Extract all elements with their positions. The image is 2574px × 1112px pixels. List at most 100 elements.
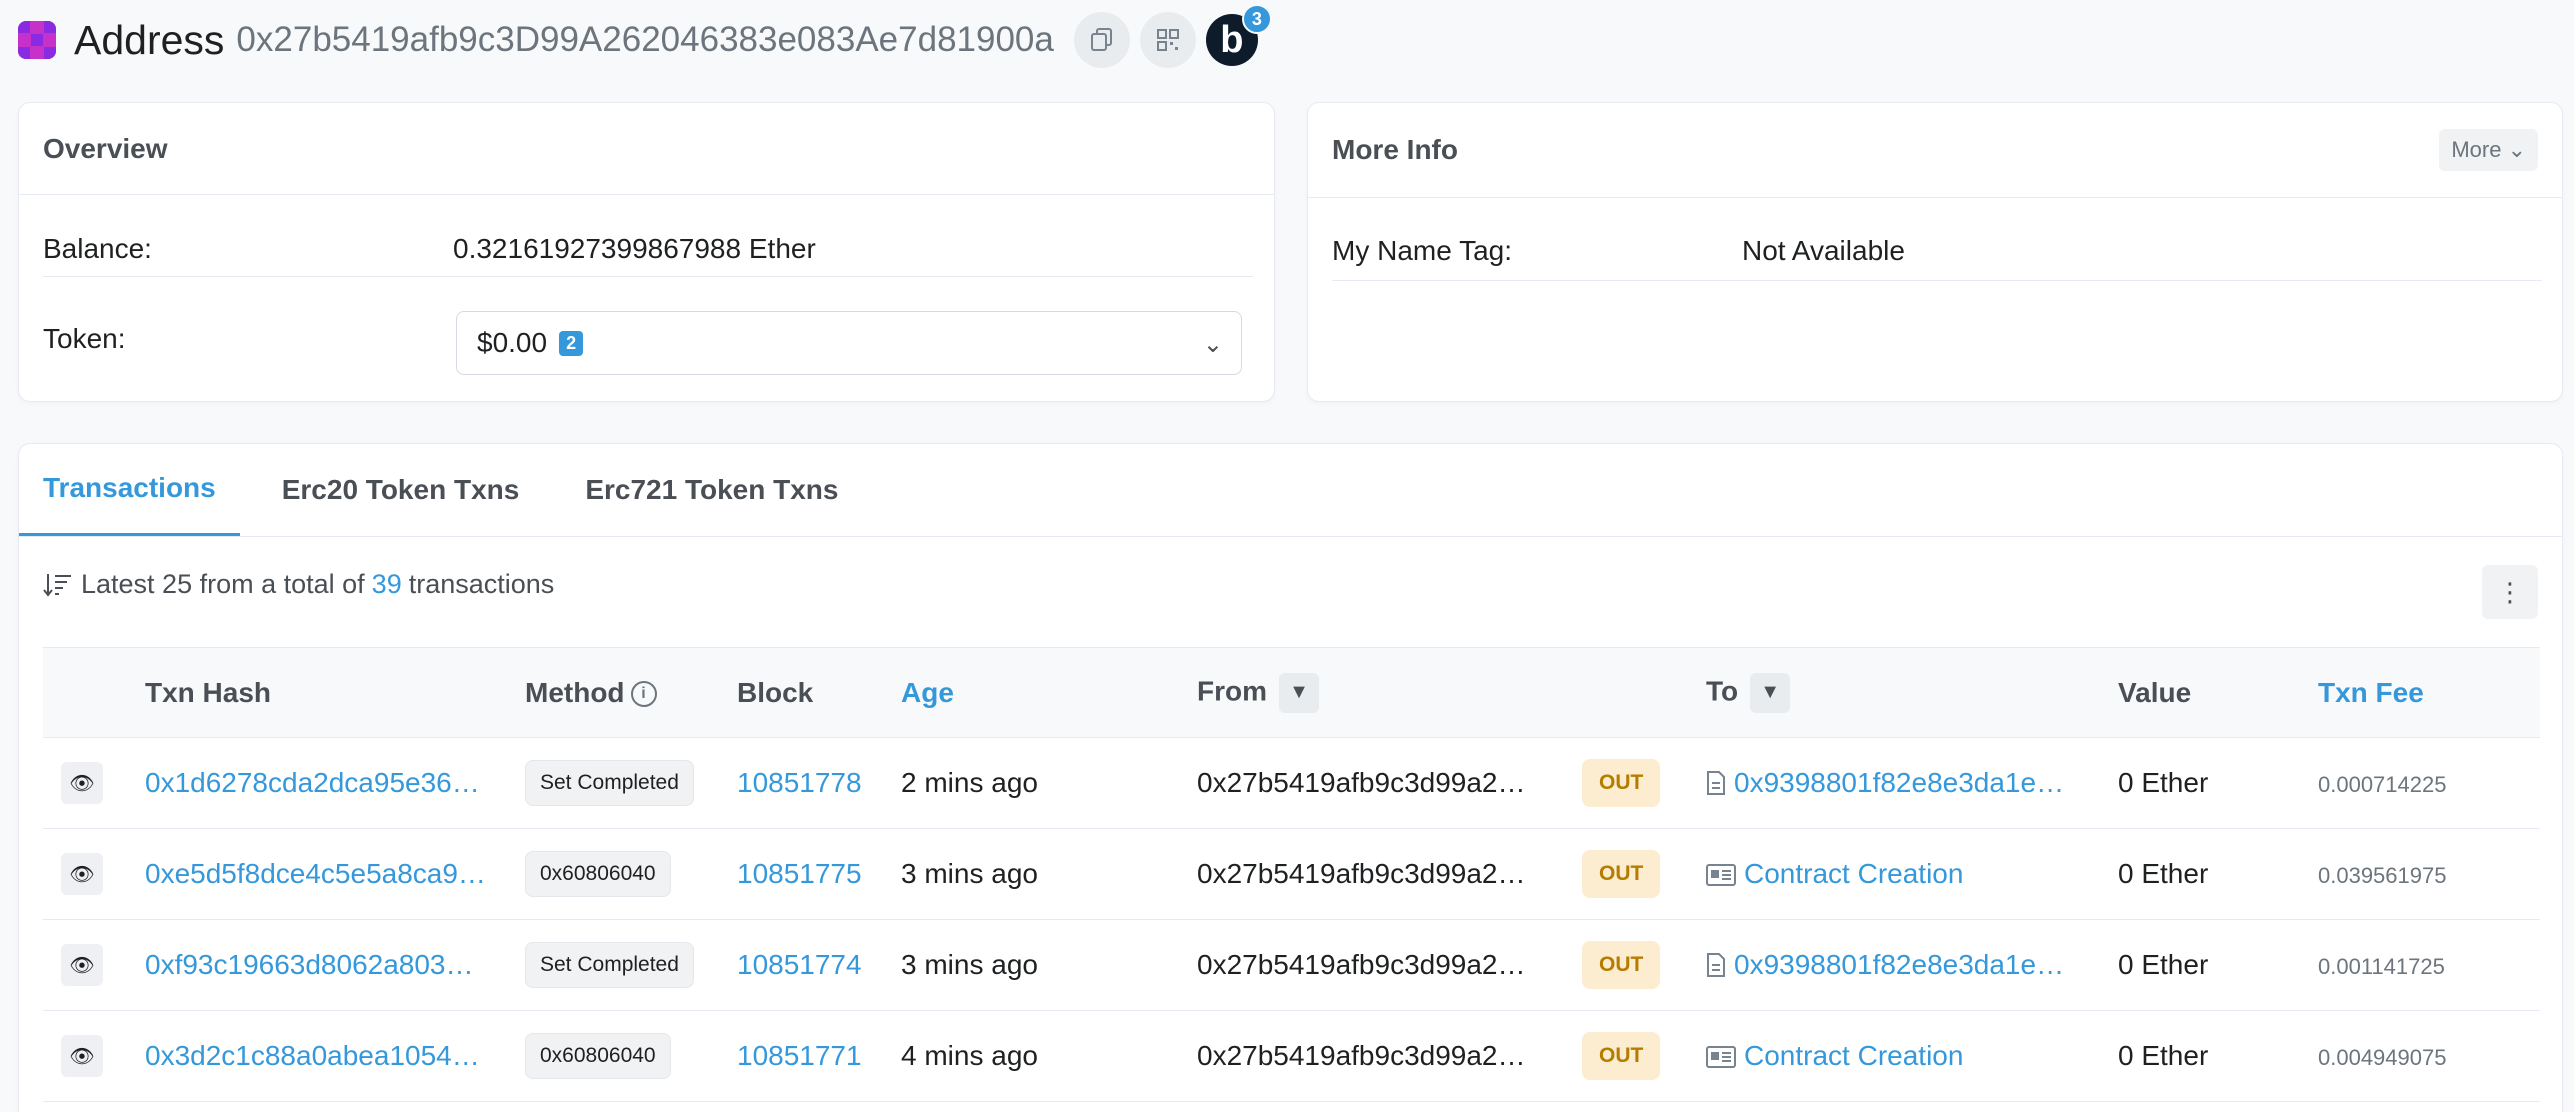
header-from-label: From [1197,674,1267,706]
txn-hash-link[interactable]: 0x1d6278cda2dca95e36… [145,767,480,798]
chevron-down-icon: ⌄ [1202,331,1223,358]
block-link[interactable]: 10851771 [737,1040,862,1071]
more-button-label: More [2451,137,2502,162]
to-link[interactable]: 0x9398801f82e8e3da1e… [1734,949,2064,980]
to-cell: 0x9398801f82e8e3da1e… [1706,920,2118,1011]
view-cell: 👁 [43,738,145,829]
to-cell: Contract Creation [1706,829,2118,920]
method-badge: 0x60806040 [525,851,671,897]
direction-badge: OUT [1582,941,1661,989]
from-address: 0x27b5419afb9c3d99a2… [1197,858,1526,889]
txn-hash-link[interactable]: 0xf93c19663d8062a803… [145,949,474,980]
tab-transactions[interactable]: Transactions [19,443,240,536]
view-cell: 👁 [43,920,145,1011]
address-avatar-icon [18,21,56,59]
name-tag-row: My Name Tag: Not Available [1332,221,2542,281]
value-text: 0 Ether [2118,767,2209,798]
name-tag-value: Not Available [1742,234,1905,266]
to-link[interactable]: Contract Creation [1744,1040,1963,1071]
more-info-title: More Info [1308,103,2562,198]
summary-suffix: transactions [408,569,555,599]
to-cell: 0x9398801f82e8e3da1e… [1706,738,2118,829]
value-text: 0 Ether [2118,858,2209,889]
table-row: 👁 0x1d6278cda2dca95e36… Set Completed 10… [43,738,2540,829]
eye-icon[interactable]: 👁 [61,762,103,804]
contract-creation-icon [1706,1046,1736,1068]
to-cell: Contract Creation [1706,1011,2118,1102]
from-address: 0x27b5419afb9c3d99a2… [1197,767,1526,798]
more-button[interactable]: More ⌄ [2439,129,2538,171]
header-txn-fee[interactable]: Txn Fee [2318,648,2540,738]
transactions-card: Transactions Erc20 Token Txns Erc721 Tok… [18,443,2563,1112]
block-link[interactable]: 10851774 [737,949,862,980]
view-cell: 👁 [43,829,145,920]
eye-icon[interactable]: 👁 [61,944,103,986]
transactions-table: Txn Hash Method i Block Age From ▼ To ▼ Val… [43,647,2540,1102]
to-link[interactable]: 0x9398801f82e8e3da1e… [1734,767,2064,798]
value-text: 0 Ether [2118,949,2209,980]
overview-card: Overview Balance: 0.32161927399867988 Et… [18,102,1275,402]
txn-hash-link[interactable]: 0xe5d5f8dce4c5e5a8ca9… [145,858,486,889]
token-label: Token: [43,323,126,354]
summary-prefix: Latest 25 from a total of [81,569,365,599]
info-icon[interactable]: i [630,681,657,708]
tab-erc721-token-txns[interactable]: Erc721 Token Txns [561,443,862,536]
to-link[interactable]: Contract Creation [1744,858,1963,889]
tab-erc20-token-txns[interactable]: Erc20 Token Txns [258,443,544,536]
txn-fee-text: 0.001141725 [2318,954,2445,979]
sort-descending-icon [43,573,71,597]
table-row: 👁 0x3d2c1c88a0abea1054… 0x60806040 10851… [43,1011,2540,1102]
block-link[interactable]: 10851775 [737,858,862,889]
token-count-badge: 2 [559,330,584,356]
table-row: 👁 0xe5d5f8dce4c5e5a8ca9… 0x60806040 1085… [43,829,2540,920]
tab-bar: Transactions Erc20 Token Txns Erc721 Tok… [19,444,2562,537]
header-age[interactable]: Age [901,648,1197,738]
contract-file-icon [1707,953,1725,977]
blockscan-chat-button[interactable]: b 3 [1205,4,1272,66]
token-dropdown[interactable]: $0.00 2 ⌄ [456,311,1242,375]
from-address: 0x27b5419afb9c3d99a2… [1197,949,1526,980]
chevron-down-icon: ⌄ [2507,137,2526,162]
header-value: Value [2118,676,2192,708]
value-text: 0 Ether [2118,1040,2209,1071]
age-text: 3 mins ago [901,858,1038,889]
eye-icon[interactable]: 👁 [61,1035,103,1077]
header-txn-hash: Txn Hash [145,676,272,708]
txn-fee-text: 0.004949075 [2318,1045,2447,1070]
page-address: 0x27b5419afb9c3D99A262046383e083Ae7d8190… [236,20,1054,59]
notification-badge: 3 [1241,4,1272,34]
method-badge: Set Completed [525,760,694,806]
method-badge: 0x60806040 [525,1033,671,1079]
token-row: Token: [43,323,453,355]
table-row: 👁 0xf93c19663d8062a803… Set Completed 10… [43,920,2540,1011]
method-badge: Set Completed [525,942,694,988]
header-to: To ▼ [1706,648,2118,738]
balance-value: 0.32161927399867988 Ether [453,232,816,264]
balance-row: Balance: 0.32161927399867988 Ether [43,221,1253,277]
blockscan-logo-icon: b [1220,18,1244,61]
name-tag-label: My Name Tag: [1332,234,1512,266]
contract-creation-icon [1706,864,1736,886]
direction-badge: OUT [1582,759,1661,807]
from-address: 0x27b5419afb9c3d99a2… [1197,1040,1526,1071]
more-options-button[interactable]: ⋮ [2482,565,2538,619]
filter-icon[interactable]: ▼ [1279,672,1319,713]
vertical-dots-icon: ⋮ [2497,576,2523,607]
filter-icon[interactable]: ▼ [1750,672,1791,713]
direction-badge: OUT [1582,850,1661,898]
header-to-label: To [1706,674,1739,706]
summary-total-link[interactable]: 39 [372,569,402,600]
header-method-label: Method [525,676,625,708]
qr-code-button[interactable] [1139,12,1196,68]
header-method: Method i [525,648,737,738]
view-cell: 👁 [43,1011,145,1102]
txn-fee-text: 0.000714225 [2318,772,2447,797]
age-text: 3 mins ago [901,949,1038,980]
eye-icon[interactable]: 👁 [61,853,103,895]
header-direction [1582,648,1706,738]
page-header: Address 0x27b5419afb9c3D99A262046383e083… [18,4,1272,70]
block-link[interactable]: 10851778 [737,767,862,798]
txn-hash-link[interactable]: 0x3d2c1c88a0abea1054… [145,1040,480,1071]
copy-address-button[interactable] [1073,12,1130,68]
more-info-card: More Info More ⌄ My Name Tag: Not Availa… [1307,102,2563,402]
